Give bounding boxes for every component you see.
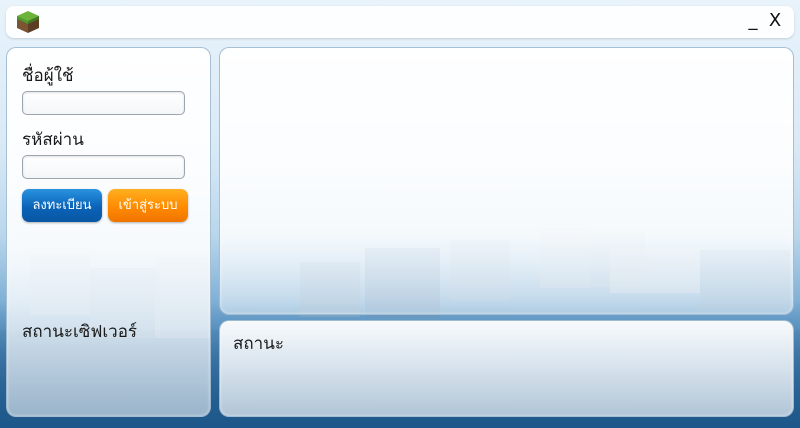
close-button[interactable]: X xyxy=(764,8,786,34)
password-label: รหัสผ่าน xyxy=(22,130,84,150)
grass-block-icon xyxy=(17,11,39,33)
title-bar: _ X xyxy=(6,6,794,38)
username-input[interactable] xyxy=(22,91,185,115)
news-view-panel xyxy=(219,47,794,315)
status-label: สถานะ xyxy=(233,334,284,354)
login-button[interactable]: เข้าสู่ระบบ xyxy=(108,189,188,222)
register-button[interactable]: ลงทะเบียน xyxy=(22,189,102,222)
server-status-label: สถานะเซิฟเวอร์ xyxy=(22,322,138,342)
username-label: ชื่อผู้ใช้ xyxy=(22,66,74,86)
minimize-button[interactable]: _ xyxy=(743,8,763,34)
status-panel xyxy=(219,320,794,417)
password-input[interactable] xyxy=(22,155,185,179)
